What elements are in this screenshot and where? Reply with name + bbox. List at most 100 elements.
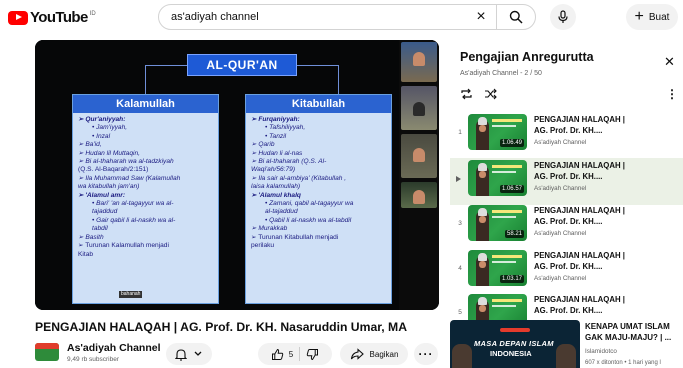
playlist-item-index: 3 — [458, 220, 462, 227]
camera-strip — [399, 40, 439, 310]
slide-list-line: ➢ Ba'id, — [78, 141, 102, 149]
share-icon — [350, 348, 364, 360]
like-button[interactable]: 5 — [271, 348, 293, 361]
share-button[interactable]: Bagikan — [340, 343, 408, 365]
camera-feed — [401, 134, 437, 178]
playlist-item[interactable]: 1.06.57 PENGAJIAN HALAQAH | AG. Prof. Dr. … — [450, 158, 683, 205]
slide-list-line: ➢ Turunan Kitabullah menjadi — [251, 233, 339, 241]
playlist-item-thumbnail: 1.06.57 — [468, 160, 527, 196]
top-bar: YouTube ID as'adiyah channel × + Buat — [0, 0, 683, 34]
thumbnail-text: MASA DEPAN ISLAM — [474, 339, 554, 348]
recommended-video-thumbnail[interactable]: MASA DEPAN ISLAM INDONESIA — [450, 320, 580, 368]
close-icon[interactable]: × — [470, 8, 492, 26]
channel-avatar[interactable] — [35, 343, 59, 361]
youtube-logo[interactable]: YouTube ID — [8, 9, 96, 26]
slide-list-line: • Qabil li al-naskh wa al-tabdil — [265, 216, 352, 224]
playlist-item-thumbnail: 1.06.49 — [468, 114, 527, 150]
thumbs-down-icon[interactable] — [306, 348, 319, 361]
thumbnail-person — [556, 344, 576, 368]
thumbnail-accent — [492, 299, 522, 302]
playlist-item-channel: As'adiyah Channel — [534, 230, 587, 237]
recommended-video-title[interactable]: KENAPA UMAT ISLAM GAK MAJU-MAJU? | ... — [585, 322, 683, 343]
playlist-item-title-line: AG. Prof. Dr. KH.... — [534, 216, 603, 226]
thumbnail-accent — [492, 210, 522, 213]
camera-feed — [401, 42, 437, 82]
playlist-item-thumbnail: 58.21 — [468, 205, 527, 241]
like-dislike-group: 5 — [258, 343, 332, 365]
slide-list-line: Waqi'ah/56:79) — [251, 166, 296, 174]
slide-list-line: • Bari' 'an al-tagayyur wa al- — [92, 200, 174, 208]
playlist-subtitle: As'adiyah Channel - 2 / 50 — [460, 70, 542, 77]
thumbs-up-icon — [271, 348, 283, 360]
logo-text: YouTube — [30, 9, 88, 26]
playlist-item-title: PENGAJIAN HALAQAH | AG. Prof. Dr. KH.... — [534, 295, 676, 316]
playlist-item-title: PENGAJIAN HALAQAH | AG. Prof. Dr. KH.... — [534, 161, 676, 182]
duration-badge: 58.21 — [504, 230, 524, 238]
shuffle-icon[interactable] — [484, 88, 497, 100]
slide-list-line: tajaddud — [92, 208, 118, 216]
slide-list-line: Kitab — [78, 250, 94, 258]
playlist-item-title-line: PENGAJIAN HALAQAH | — [534, 161, 625, 170]
playlist-title[interactable]: Pengajian Anregurutta — [460, 50, 594, 64]
playlist-item-title: PENGAJIAN HALAQAH | AG. Prof. Dr. KH.... — [534, 206, 676, 227]
slide-list-line: perilaku — [251, 242, 275, 250]
slide-list-line: ➢ Murakkab — [251, 225, 288, 233]
thumbnail-accent — [492, 261, 516, 263]
slide-list-line: • Inzal — [92, 132, 111, 140]
thumbnail-person — [476, 253, 489, 286]
playlist-item-title-line: PENGAJIAN HALAQAH | — [534, 295, 625, 304]
thumbnail-accent — [492, 305, 516, 307]
slide-list-line: ➢ 'Alamul amr: — [78, 191, 126, 199]
youtube-logo-icon — [8, 10, 28, 25]
playlist-item-index: 5 — [458, 309, 462, 316]
playlist-item-title-line: PENGAJIAN HALAQAH | — [534, 206, 625, 215]
kalamullah-box: Kalamullah ➢ Qur'aniyyah: • Jam'iyyah, • I… — [72, 94, 219, 304]
like-divider — [299, 347, 301, 361]
plus-icon: + — [634, 8, 644, 25]
close-icon[interactable]: ✕ — [664, 54, 675, 70]
playlist-item[interactable]: 4 1.03.17 PENGAJIAN HALAQAH | AG. Prof. Dr.… — [450, 248, 683, 295]
more-actions-button[interactable]: ··· — [414, 343, 438, 365]
mic-icon — [558, 10, 568, 23]
slide-list-line: laisa kalamullah) — [251, 183, 301, 191]
kalamullah-list: ➢ Qur'aniyyah: • Jam'iyyah, • Inzal ➢ Ba'id… — [73, 113, 218, 262]
create-button[interactable]: + Buat — [626, 4, 678, 30]
share-label: Bagikan — [369, 349, 399, 359]
thumbnail-accent — [492, 171, 516, 173]
slide-list-line: • Gair qabil li al-naskh wa al- — [92, 216, 176, 224]
thumbnail-accent — [492, 119, 522, 122]
playlist-item-channel: As'adiyah Channel — [534, 275, 587, 282]
more-horizontal-icon: ··· — [418, 347, 434, 361]
thumbnail-accent — [492, 255, 522, 258]
duration-badge: 1.03.17 — [499, 275, 524, 283]
slide-connector — [145, 65, 187, 95]
search-button[interactable] — [497, 4, 535, 30]
slide-list-line: tabdil — [92, 225, 108, 233]
playlist-item[interactable]: 3 58.21 PENGAJIAN HALAQAH | AG. Prof. Dr. K… — [450, 203, 683, 250]
slide-list-line: ➢ Qur'aniyyah: — [78, 116, 126, 123]
more-vertical-icon[interactable]: ⋮ — [666, 88, 678, 100]
presentation-slide: AL-QUR'AN Kalamullah ➢ Qur'aniyyah: • Jam… — [35, 40, 399, 310]
voice-search-button[interactable] — [550, 4, 576, 30]
subscribe-notify-button[interactable] — [166, 343, 212, 365]
playlist-item-channel: As'adiyah Channel — [534, 139, 587, 146]
search-box[interactable]: as'adiyah channel × — [158, 4, 536, 30]
video-player[interactable]: AL-QUR'AN Kalamullah ➢ Qur'aniyyah: • Jam… — [35, 40, 439, 310]
slide-list-line: ➢ Ila Muhammad Saw (Kalamullah — [78, 174, 181, 182]
playlist-item[interactable]: 1 1.06.49 PENGAJIAN HALAQAH | AG. Prof. Dr.… — [450, 112, 683, 159]
playlist-item-index: 1 — [458, 129, 462, 136]
kitabullah-box: Kitabullah ➢ Furqaniyyah: • Tafshiliyyah,… — [245, 94, 392, 304]
create-label: Buat — [648, 11, 670, 23]
slide-title: AL-QUR'AN — [187, 54, 297, 76]
slide-list-line: ➢ Hudan li al-nas — [251, 149, 303, 157]
slide-list-line: ➢ Furqaniyyah: — [251, 116, 300, 123]
loop-icon[interactable] — [460, 88, 473, 100]
channel-name[interactable]: As'adiyah Channel — [67, 342, 161, 354]
thumbnail-accent — [500, 328, 530, 332]
duration-badge: 1.06.57 — [499, 185, 524, 193]
subscriber-count: 9,49 rb subscriber — [67, 356, 120, 363]
duration-badge: 1.06.49 — [499, 139, 524, 147]
playlist-item-title-line: AG. Prof. Dr. KH.... — [534, 305, 603, 315]
recommended-video-channel[interactable]: Islamidotco — [585, 348, 617, 355]
search-input[interactable]: as'adiyah channel — [171, 11, 470, 23]
